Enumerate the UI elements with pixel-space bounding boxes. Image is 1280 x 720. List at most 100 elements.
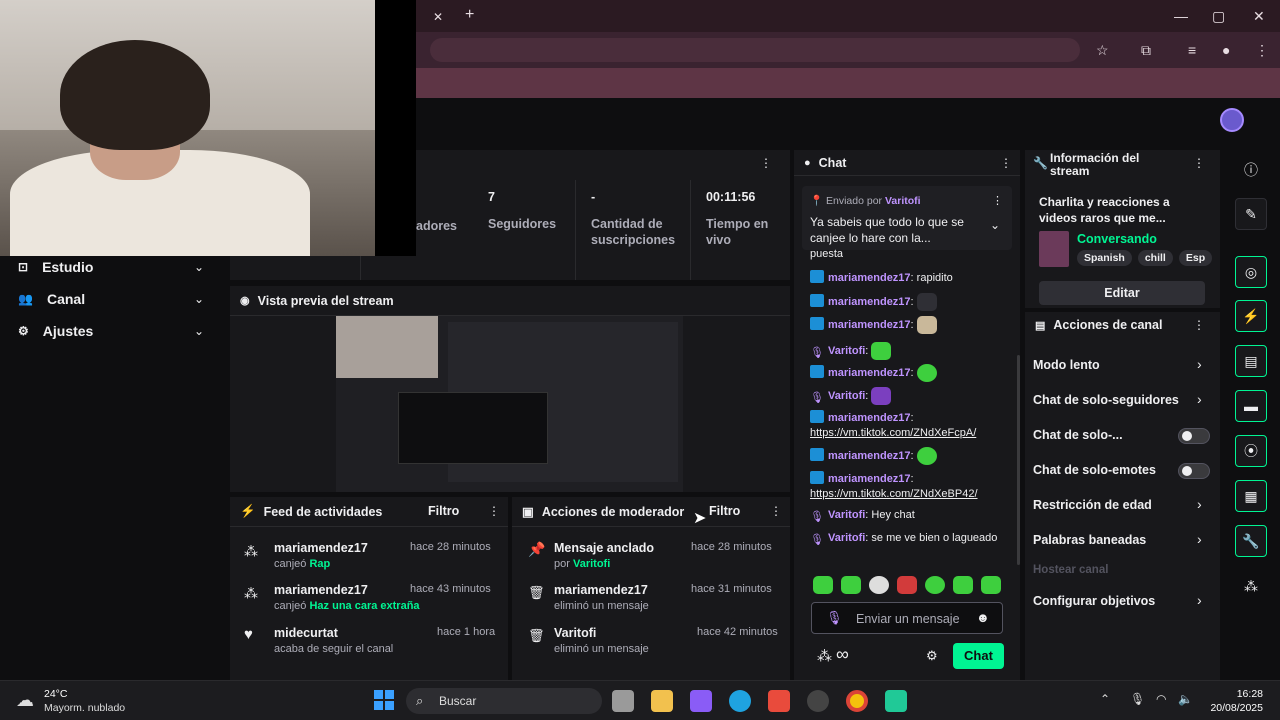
chevron-down-icon[interactable]: ⌄ [194,324,204,338]
more-options-icon[interactable]: ⋮ [488,504,500,518]
points-icon[interactable]: ⁂ [817,647,832,665]
weather-temp: 24°C [44,688,68,700]
nav-item-ajustes[interactable]: ⚙ Ajustes [18,320,93,342]
app-icon[interactable] [885,690,907,712]
emote-icon[interactable] [869,576,889,594]
followers-only-row[interactable]: Chat de solo-seguidores [1033,393,1179,407]
bookmark-star-icon[interactable]: ☆ [1096,42,1109,58]
left-sidebar: ⊡ Estudio ⌄ 👥 Canal ⌄ ⚙ Ajustes ⌄ [0,256,228,680]
tag[interactable]: Spanish [1077,250,1132,266]
mod-actions-header: ▣ Acciones de moderador [512,497,790,527]
edge-icon[interactable] [729,690,751,712]
taskbar-search[interactable]: ⌕ Buscar [406,688,602,714]
lightning-icon[interactable]: ⚡ [1235,300,1267,332]
chat-link[interactable]: https://vm.tiktok.com/ZNdXeFcpA/ [810,427,976,439]
lightning-icon: ⚡ [240,504,256,518]
profile-icon[interactable]: ● [1222,42,1230,58]
emote-icon[interactable] [953,576,973,594]
taskbar-time[interactable]: 16:28 [1208,688,1263,700]
minimize-icon[interactable]: — [1174,8,1188,24]
info-icon[interactable]: ⓘ [1235,154,1267,186]
emote-icon[interactable] [925,576,945,594]
more-options-icon[interactable]: ⋮ [992,194,1003,207]
more-options-icon[interactable]: ⋮ [760,156,772,170]
chevron-up-icon[interactable]: ⌃ [1100,692,1110,706]
emoji-icon[interactable]: ☻ [976,610,990,625]
pencil-icon[interactable]: ✎ [1235,198,1267,230]
file-explorer-icon[interactable] [651,690,673,712]
emote-icon [916,447,937,465]
nav-item-estudio[interactable]: ⊡ Estudio [18,256,93,278]
emote-icon[interactable] [897,576,917,594]
goals-row[interactable]: Configurar objetivos [1033,594,1155,608]
volume-icon[interactable]: 🔈 [1178,692,1193,706]
activity-filter-button[interactable]: Filtro [428,504,459,518]
mod-filter-button[interactable]: Filtro [709,504,740,518]
close-window-icon[interactable]: ✕ [1253,8,1265,24]
wifi-icon[interactable]: ◠ [1156,692,1166,706]
windows-start-icon[interactable] [374,690,394,710]
chevron-right-icon[interactable]: › [1197,391,1202,407]
mic-badge-icon: 🎙 [810,511,824,523]
age-restriction-row[interactable]: Restricción de edad [1033,498,1152,512]
gear-icon[interactable]: ⚙ [926,648,938,664]
more-options-icon[interactable]: ⋮ [1000,156,1012,170]
emote-icon[interactable] [981,576,1001,594]
task-view-icon[interactable] [612,690,634,712]
chat-input[interactable]: 🎙 Enviar un mensaje ☻ [811,602,1003,634]
document-icon[interactable]: ▤ [1235,345,1267,377]
more-options-icon[interactable]: ⋮ [1193,318,1205,332]
slow-mode-row[interactable]: Modo lento [1033,358,1100,372]
chevron-down-icon[interactable]: ⌄ [990,218,1000,232]
mic-icon[interactable]: 🎙 [1130,692,1145,706]
tag[interactable]: Esp [1178,250,1213,266]
stream-preview-video[interactable] [336,316,683,492]
taskbar-date[interactable]: 20/08/2025 [1200,702,1263,714]
prime-badge-icon [810,293,824,307]
more-options-icon[interactable]: ⋮ [770,504,782,518]
chrome-icon[interactable] [846,690,868,712]
points-icon[interactable]: ⁂ [1235,570,1267,602]
camera-icon[interactable]: ◎ [1235,256,1267,288]
more-options-icon[interactable]: ⋮ [1193,156,1205,170]
weather-icon[interactable]: ☁ [16,690,34,711]
banned-words-row[interactable]: Palabras baneadas [1033,533,1146,547]
chat-message: mariamendez17: [810,447,1006,465]
extensions-icon[interactable]: ⧉ [1141,42,1151,58]
copilot-icon[interactable] [690,690,712,712]
chevron-right-icon[interactable]: › [1197,496,1202,512]
chat-link[interactable]: https://vm.tiktok.com/ZNdXeBP42/ [810,488,978,500]
obs-icon[interactable] [807,690,829,712]
menu-icon[interactable]: ⋮ [1255,42,1269,58]
chat-bubble-icon[interactable]: ▬ [1235,390,1267,422]
wrench-icon[interactable]: 🔧 [1235,525,1267,557]
mouse-cursor-icon: ➤ [693,510,707,527]
emote-icon[interactable] [813,576,833,594]
chevron-right-icon[interactable]: › [1197,356,1202,372]
avatar[interactable] [1220,108,1244,132]
tag[interactable]: chill [1137,250,1173,266]
chevron-down-icon[interactable]: ⌄ [194,292,204,306]
store-icon[interactable] [768,690,790,712]
maximize-icon[interactable]: ▢ [1212,8,1225,24]
chevron-right-icon[interactable]: › [1197,531,1202,547]
media-icon[interactable]: ≡ [1188,42,1196,58]
chevron-right-icon[interactable]: › [1197,592,1202,608]
close-tab-icon[interactable]: ✕ [433,9,443,25]
nav-item-canal[interactable]: 👥 Canal [18,288,85,310]
new-tab-icon[interactable]: + [465,7,474,23]
mod-action-time: hace 31 minutos [691,583,772,595]
broadcast-icon[interactable]: ⦿ [1235,435,1267,467]
chevron-down-icon[interactable]: ⌄ [194,260,204,274]
address-bar[interactable] [430,38,1080,62]
emote-only-toggle[interactable] [1178,463,1210,479]
edit-button[interactable]: Editar [1039,281,1205,305]
scrollbar[interactable] [1017,355,1020,565]
subs-only-toggle[interactable] [1178,428,1210,444]
emote-icon[interactable] [841,576,861,594]
layout-icon[interactable]: ▦ [1235,480,1267,512]
chat-send-button[interactable]: Chat [953,643,1004,669]
pin-icon: 📍 [810,195,824,207]
activity-time: hace 28 minutos [410,541,491,553]
pinned-message[interactable]: 📍 Enviado por Varitofi ⋮ Ya sabeis que t… [802,186,1012,250]
